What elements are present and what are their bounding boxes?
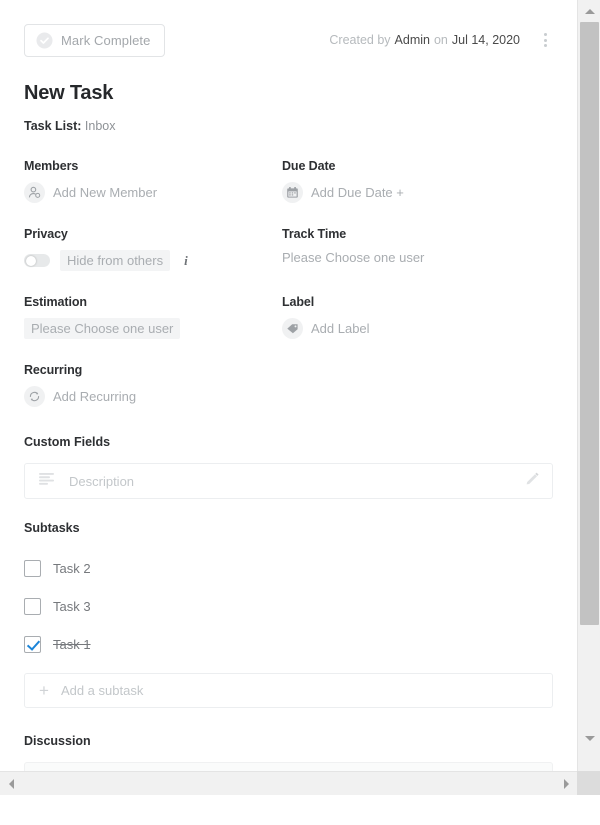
task-detail-content: Mark Complete Created by Admin on Jul 14… bbox=[0, 20, 577, 771]
discussion-section: Discussion Add a comment bbox=[24, 734, 553, 771]
task-header: Mark Complete Created by Admin on Jul 14… bbox=[24, 20, 553, 60]
created-by-prefix: Created by bbox=[329, 33, 391, 47]
add-new-member-button[interactable]: Add New Member bbox=[24, 182, 282, 203]
task-list-row: Task List: Inbox bbox=[24, 119, 553, 133]
members-label: Members bbox=[24, 159, 79, 173]
created-meta: Created by Admin on Jul 14, 2020 bbox=[329, 29, 553, 51]
subtasks-title: Subtasks bbox=[24, 521, 80, 535]
triangle-right-icon bbox=[563, 778, 569, 789]
page-title: New Task bbox=[24, 82, 114, 104]
align-left-icon bbox=[39, 472, 55, 490]
field-recurring: Recurring Add Recurring bbox=[24, 363, 282, 431]
add-label-text: Add Label bbox=[311, 321, 370, 336]
add-due-date-button[interactable]: Add Due Date + bbox=[282, 182, 553, 203]
calendar-icon bbox=[282, 182, 303, 203]
vertical-scrollbar-thumb[interactable] bbox=[580, 22, 599, 625]
add-label-button[interactable]: Add Label bbox=[282, 318, 553, 339]
field-due-date: Due Date Add Due Date + bbox=[282, 159, 553, 227]
subtasks-section: Subtasks Task 2 Task 3 Task 1 + Add a su… bbox=[24, 521, 553, 708]
field-privacy: Privacy Hide from others i bbox=[24, 227, 282, 295]
hide-from-others-label: Hide from others bbox=[60, 250, 171, 271]
scrollbar-corner bbox=[577, 771, 600, 795]
subtask-row: Task 3 bbox=[24, 587, 553, 625]
privacy-label: Privacy bbox=[24, 227, 68, 241]
estimation-label: Estimation bbox=[24, 295, 87, 309]
track-time-value[interactable]: Please Choose one user bbox=[282, 250, 553, 265]
created-by-user: Admin bbox=[394, 33, 430, 47]
estimation-value[interactable]: Please Choose one user bbox=[24, 318, 181, 339]
subtask-label[interactable]: Task 3 bbox=[53, 599, 91, 614]
description-placeholder: Description bbox=[69, 473, 135, 489]
scroll-left-button[interactable] bbox=[0, 772, 22, 795]
discussion-box: Add a comment bbox=[24, 762, 553, 771]
mark-complete-label: Mark Complete bbox=[61, 32, 151, 48]
field-spacer bbox=[282, 363, 553, 431]
vertical-scrollbar[interactable] bbox=[577, 0, 600, 771]
add-subtask-input[interactable]: + Add a subtask bbox=[24, 673, 553, 708]
hide-from-others-toggle[interactable] bbox=[24, 254, 50, 267]
add-new-member-label: Add New Member bbox=[53, 185, 158, 200]
privacy-row: Hide from others i bbox=[24, 250, 282, 271]
triangle-down-icon bbox=[584, 735, 595, 741]
task-list-label: Task List: bbox=[24, 119, 82, 133]
add-due-date-label: Add Due Date + bbox=[311, 185, 404, 200]
subtask-label[interactable]: Task 2 bbox=[53, 561, 91, 576]
pencil-icon[interactable] bbox=[525, 471, 540, 491]
window-bottom-filler bbox=[0, 795, 600, 825]
triangle-left-icon bbox=[8, 778, 14, 789]
subtask-row: Task 2 bbox=[24, 549, 553, 587]
task-fields-grid: Members Add New Member Due Date Add Due … bbox=[24, 159, 553, 431]
refresh-icon bbox=[24, 386, 45, 407]
label-label: Label bbox=[282, 295, 315, 309]
add-member-icon bbox=[24, 182, 45, 203]
info-icon[interactable]: i bbox=[184, 253, 188, 269]
plus-icon: + bbox=[39, 681, 49, 700]
task-list-value[interactable]: Inbox bbox=[85, 119, 116, 133]
recurring-label: Recurring bbox=[24, 363, 83, 377]
task-detail-window: Mark Complete Created by Admin on Jul 14… bbox=[0, 0, 600, 825]
triangle-up-icon bbox=[584, 8, 595, 14]
scroll-down-button[interactable] bbox=[578, 727, 600, 749]
field-members: Members Add New Member bbox=[24, 159, 282, 227]
subtask-row: Task 1 bbox=[24, 625, 553, 663]
scrollable-content-pane: Mark Complete Created by Admin on Jul 14… bbox=[0, 0, 577, 771]
track-time-label: Track Time bbox=[282, 227, 347, 241]
subtask-checkbox[interactable] bbox=[24, 597, 41, 615]
add-recurring-button[interactable]: Add Recurring bbox=[24, 386, 282, 407]
check-circle-icon bbox=[36, 32, 53, 49]
discussion-title: Discussion bbox=[24, 734, 91, 748]
subtask-checkbox[interactable] bbox=[24, 635, 41, 653]
created-on-prefix: on bbox=[433, 33, 448, 47]
add-recurring-label: Add Recurring bbox=[53, 389, 137, 404]
add-subtask-placeholder: Add a subtask bbox=[60, 683, 144, 698]
field-estimation: Estimation Please Choose one user bbox=[24, 295, 282, 363]
custom-fields-title: Custom Fields bbox=[24, 435, 111, 449]
kebab-menu-icon[interactable] bbox=[538, 29, 553, 51]
tag-icon bbox=[282, 318, 303, 339]
subtask-checkbox[interactable] bbox=[24, 559, 41, 577]
field-track-time: Track Time Please Choose one user bbox=[282, 227, 553, 295]
field-label: Label Add Label bbox=[282, 295, 553, 363]
subtask-label[interactable]: Task 1 bbox=[53, 637, 91, 652]
description-field[interactable]: Description bbox=[24, 463, 553, 499]
scroll-right-button[interactable] bbox=[555, 772, 577, 795]
mark-complete-button[interactable]: Mark Complete bbox=[24, 23, 166, 57]
created-date: Jul 14, 2020 bbox=[451, 33, 520, 47]
scroll-up-button[interactable] bbox=[578, 0, 600, 22]
horizontal-scrollbar[interactable] bbox=[0, 771, 577, 795]
due-date-label: Due Date bbox=[282, 159, 336, 173]
